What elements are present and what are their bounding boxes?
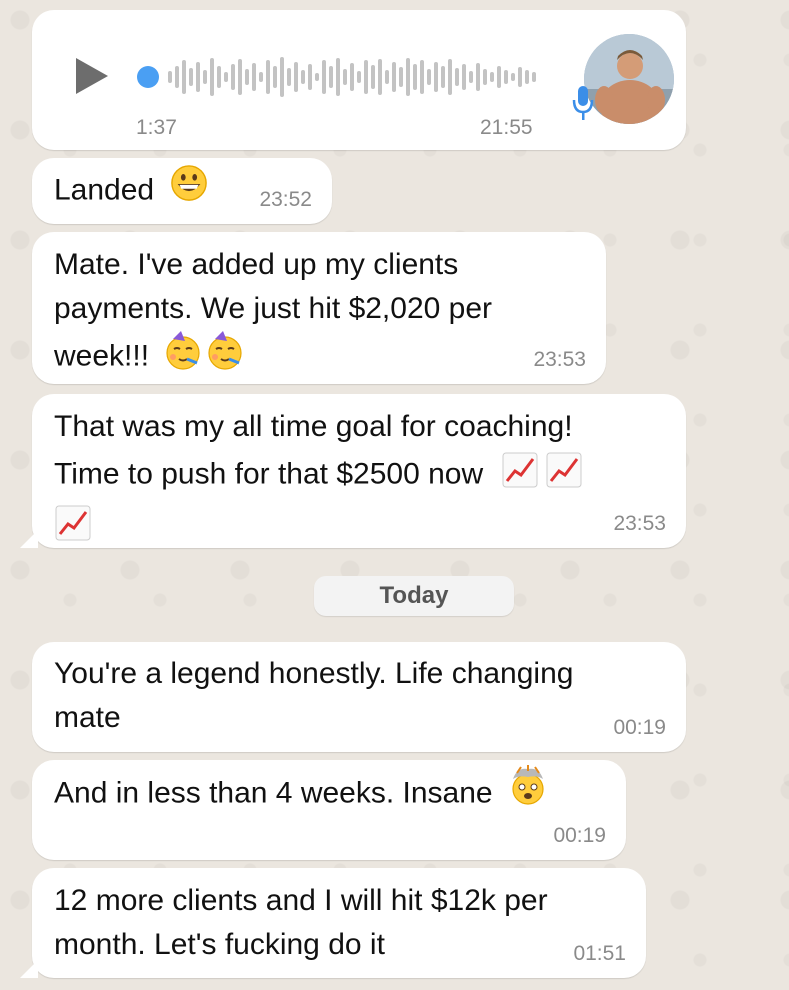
partying-face-emoji-icon [157,331,247,384]
playback-scrubber[interactable] [137,66,159,88]
message-time: 00:19 [553,824,606,847]
message-text: Landed [54,173,155,207]
microphone-icon [572,86,594,120]
date-separator: Today [314,576,514,616]
chart-increasing-emoji-icon [54,502,94,555]
waveform[interactable] [166,54,541,100]
message-text-line: month. Let's fucking do it [54,928,385,961]
message-bubble: That was my all time goal for coaching! … [20,394,686,548]
message-text-line: Mate. I've added up my clients [54,248,459,281]
message-text: And in less than 4 weeks. Insane [54,776,493,810]
avatar[interactable] [584,34,674,124]
message-time: 23:53 [613,512,666,535]
message-text-line: 12 more clients and I will hit $12k per [54,884,548,917]
message-text-line: You're a legend honestly. Life changing [54,657,574,690]
voice-message-bubble: 1:37 21:55 [32,10,686,150]
play-icon[interactable] [76,58,108,94]
message-time: 01:51 [573,942,626,965]
message-text-line: week!!! [54,339,150,373]
message-time: 23:53 [533,348,586,371]
message-text-line: Time to push for that $2500 now [54,457,484,491]
message-text-line: That was my all time goal for coaching! [54,410,573,443]
grinning-face-emoji-icon [162,165,208,215]
message-time: 23:52 [259,188,312,211]
message-bubble: Landed 23:52 [32,158,332,224]
message-bubble: Mate. I've added up my clients payments.… [32,232,606,384]
chart-increasing-emoji-icon [491,449,585,502]
voice-duration: 1:37 [136,116,177,139]
message-text-line: mate [54,701,121,734]
message-bubble: 12 more clients and I will hit $12k per … [20,868,646,978]
message-text-line: payments. We just hit $2,020 per [54,292,493,325]
message-time: 00:19 [613,716,666,739]
exploding-head-emoji-icon [501,765,549,818]
message-bubble: You're a legend honestly. Life changing … [32,642,686,752]
message-bubble: And in less than 4 weeks. Insane 00:19 [32,760,626,860]
voice-time: 21:55 [480,116,533,139]
